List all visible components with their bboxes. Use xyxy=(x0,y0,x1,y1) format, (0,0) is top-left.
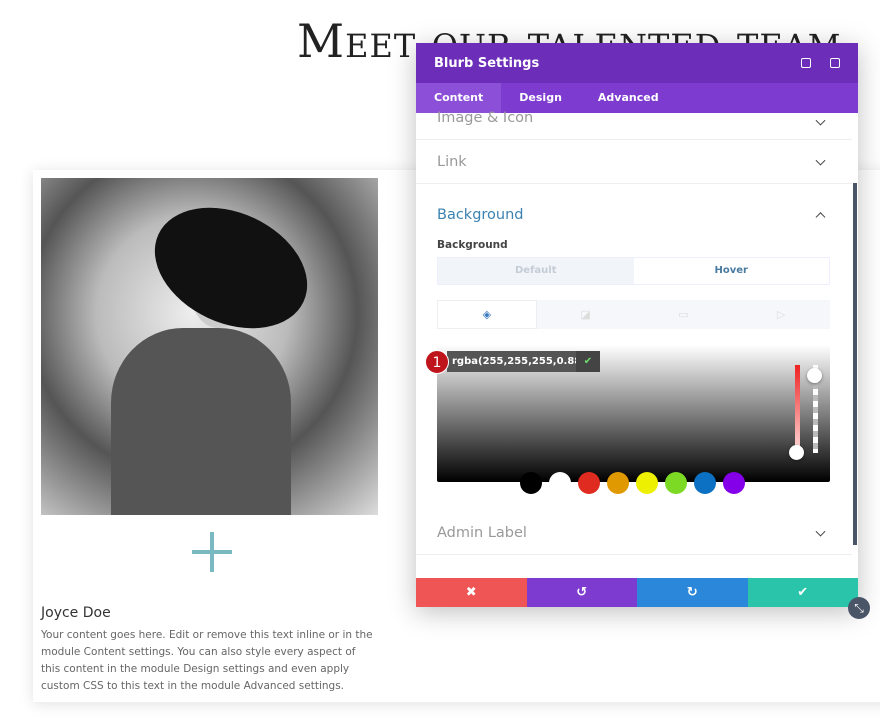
check-icon[interactable]: ✔ xyxy=(576,351,600,372)
color-swatch[interactable] xyxy=(520,472,542,494)
chevron-up-icon xyxy=(815,212,826,223)
color-swatch[interactable] xyxy=(723,472,745,494)
opacity-slider-handle[interactable] xyxy=(807,368,822,383)
color-swatch[interactable] xyxy=(636,472,658,494)
color-fill-icon[interactable]: ◈ xyxy=(437,300,537,329)
section-label: Admin Label xyxy=(437,525,527,541)
member-description: Your content goes here. Edit or remove t… xyxy=(41,629,373,692)
image-icon[interactable]: ▭ xyxy=(635,300,733,329)
plus-icon xyxy=(192,532,232,572)
blurb-settings-modal: Blurb Settings Content Design Advanced I… xyxy=(416,43,858,607)
color-swatch[interactable] xyxy=(694,472,716,494)
chevron-down-icon xyxy=(815,155,826,166)
hue-slider[interactable] xyxy=(795,365,800,453)
hue-slider-handle[interactable] xyxy=(789,445,804,460)
default-toggle[interactable]: Default xyxy=(438,258,634,284)
color-swatch[interactable] xyxy=(607,472,629,494)
chevron-down-icon xyxy=(815,526,826,537)
sidebar-icon[interactable] xyxy=(830,58,840,68)
color-swatch[interactable] xyxy=(578,472,600,494)
fullscreen-icon[interactable] xyxy=(801,58,811,68)
scrollbar[interactable] xyxy=(853,183,857,545)
section-label: Image & Icon xyxy=(437,110,534,126)
team-member-photo xyxy=(41,178,378,515)
save-button[interactable]: ✔ xyxy=(747,578,858,607)
color-swatch[interactable] xyxy=(665,472,687,494)
section-link[interactable]: Link xyxy=(416,140,852,184)
undo-button[interactable]: ↺ xyxy=(526,578,637,607)
gradient-icon[interactable]: ◪ xyxy=(537,300,635,329)
cancel-button[interactable]: ✖ xyxy=(416,578,527,607)
member-name: Joyce Doe xyxy=(41,605,111,621)
color-value-input[interactable]: rgba(255,255,255,0.88) ✔ xyxy=(447,351,600,372)
section-admin-label[interactable]: Admin Label xyxy=(416,511,852,555)
resize-icon[interactable]: ⤡ xyxy=(848,597,870,619)
color-swatch[interactable] xyxy=(549,472,571,494)
section-image-icon[interactable]: Image & Icon xyxy=(416,105,852,140)
modal-title: Blurb Settings xyxy=(434,55,540,71)
hover-toggle[interactable]: Hover xyxy=(633,258,829,284)
color-picker[interactable]: rgba(255,255,255,0.88) ✔ 1 xyxy=(425,345,830,494)
step-badge: 1 xyxy=(425,350,449,374)
section-background[interactable]: Background xyxy=(416,193,852,237)
chevron-down-icon xyxy=(815,115,826,126)
video-icon[interactable]: ▷ xyxy=(732,300,830,329)
section-label: Background xyxy=(437,207,524,223)
color-value: rgba(255,255,255,0.88) xyxy=(452,356,586,367)
redo-button[interactable]: ↻ xyxy=(637,578,748,607)
section-label: Link xyxy=(437,154,467,170)
background-label: Background xyxy=(437,239,508,251)
